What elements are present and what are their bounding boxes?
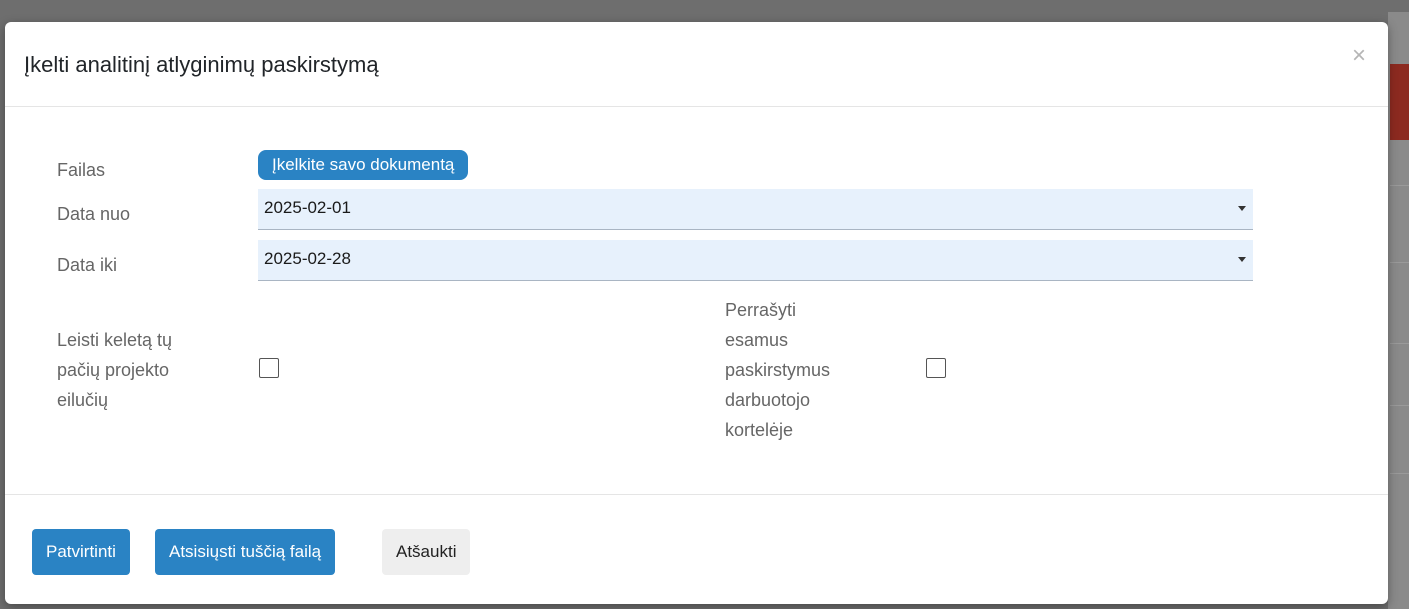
caret-down-icon: [1238, 257, 1246, 262]
date-from-select[interactable]: 2025-02-01: [258, 189, 1253, 230]
confirm-button[interactable]: Patvirtinti: [32, 529, 130, 575]
overwrite-label: Perrašyti esamus paskirstymus darbuotojo…: [725, 295, 830, 445]
date-to-value: 2025-02-28: [264, 249, 351, 268]
backdrop-header-accent: [1390, 64, 1409, 140]
overwrite-label-line: kortelėje: [725, 420, 794, 440]
cancel-button[interactable]: Atšaukti: [382, 529, 471, 575]
allow-multiple-checkbox[interactable]: [259, 358, 279, 378]
modal-header: Įkelti analitinį atlyginimų paskirstymą …: [5, 22, 1388, 107]
overwrite-label-line: darbuotojo: [725, 390, 811, 410]
modal-title: Įkelti analitinį atlyginimų paskirstymą: [24, 52, 379, 77]
overwrite-label-line: paskirstymus: [725, 360, 831, 380]
allow-multiple-label-line: pačių projekto: [57, 360, 170, 380]
allow-multiple-label-line: eilučių: [57, 390, 109, 410]
date-from-label: Data nuo: [57, 204, 131, 224]
date-to-select[interactable]: 2025-02-28: [258, 240, 1253, 281]
close-icon[interactable]: ×: [1352, 44, 1366, 68]
date-to-label: Data iki: [57, 255, 118, 275]
allow-multiple-label-line: Leisti keletą tų: [57, 330, 173, 350]
upload-modal: Įkelti analitinį atlyginimų paskirstymą …: [5, 22, 1388, 604]
overwrite-checkbox[interactable]: [926, 358, 946, 378]
caret-down-icon: [1238, 206, 1246, 211]
upload-document-button[interactable]: Įkelkite savo dokumentą: [258, 150, 469, 180]
file-label: Failas: [57, 160, 106, 180]
download-empty-file-button[interactable]: Atsisiųsti tuščią failą: [155, 529, 336, 575]
overwrite-label-line: Perrašyti: [725, 300, 797, 320]
overwrite-label-line: esamus: [725, 330, 789, 350]
modal-footer: Patvirtinti Atsisiųsti tuščią failą Atša…: [5, 494, 1388, 605]
date-from-value: 2025-02-01: [264, 198, 351, 217]
allow-multiple-label: Leisti keletą tų pačių projekto eilučių: [57, 325, 172, 415]
